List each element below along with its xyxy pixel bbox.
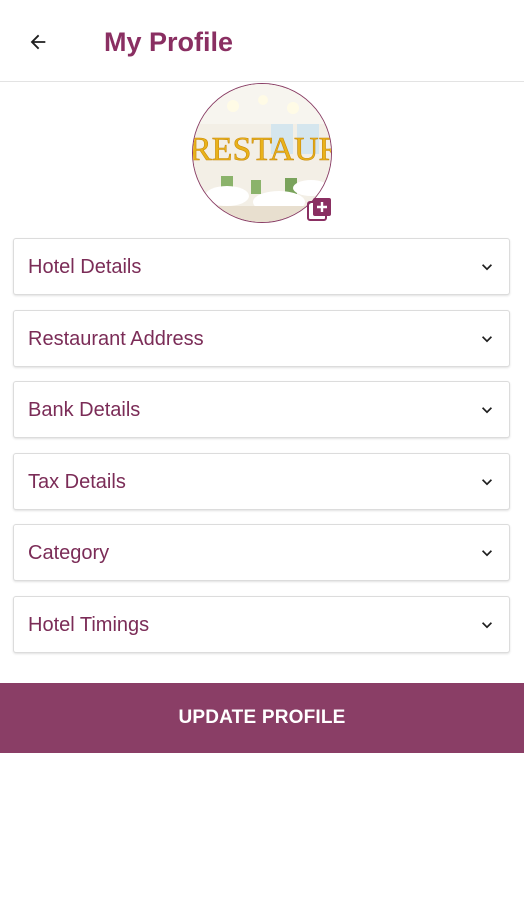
update-profile-button[interactable]: UPDATE PROFILE: [0, 683, 524, 753]
page-title: My Profile: [104, 27, 234, 57]
chevron-down-icon: [482, 550, 492, 557]
section-label: Bank Details: [28, 399, 141, 421]
section-label: Restaurant Address: [28, 327, 204, 350]
back-button[interactable]: [18, 22, 58, 62]
section-tax-details[interactable]: Tax Details: [13, 452, 510, 510]
arrow-left-icon: [30, 34, 46, 50]
app-header: My Profile: [0, 0, 524, 82]
chevron-down-icon: [482, 478, 492, 485]
section-label: Tax Details: [28, 470, 126, 493]
section-restaurant-address[interactable]: Restaurant Address: [13, 309, 510, 367]
chevron-down-icon: [482, 335, 492, 342]
profile-screen: My Profile RESTAU Hotel Details Restaura…: [0, 0, 524, 900]
section-label: Category: [28, 542, 110, 564]
section-label: Hotel Timings: [28, 613, 150, 636]
add-photo-button[interactable]: [307, 197, 333, 223]
section-label: Hotel Details: [28, 256, 142, 278]
section-hotel-timings[interactable]: Hotel Timings: [13, 595, 510, 653]
avatar-sign-text: RESTAURA: [193, 131, 331, 168]
chevron-down-icon: [482, 407, 492, 414]
section-category[interactable]: Category: [13, 524, 510, 581]
section-bank-details[interactable]: Bank Details: [13, 381, 510, 438]
chevron-down-icon: [482, 264, 492, 271]
profile-sections: Hotel Details Restaurant Address Bank De…: [13, 238, 510, 667]
section-hotel-details[interactable]: Hotel Details: [13, 238, 510, 295]
chevron-down-icon: [482, 621, 492, 628]
add-photo-icon: [307, 198, 331, 221]
profile-avatar-container: RESTAURA: [192, 83, 332, 223]
